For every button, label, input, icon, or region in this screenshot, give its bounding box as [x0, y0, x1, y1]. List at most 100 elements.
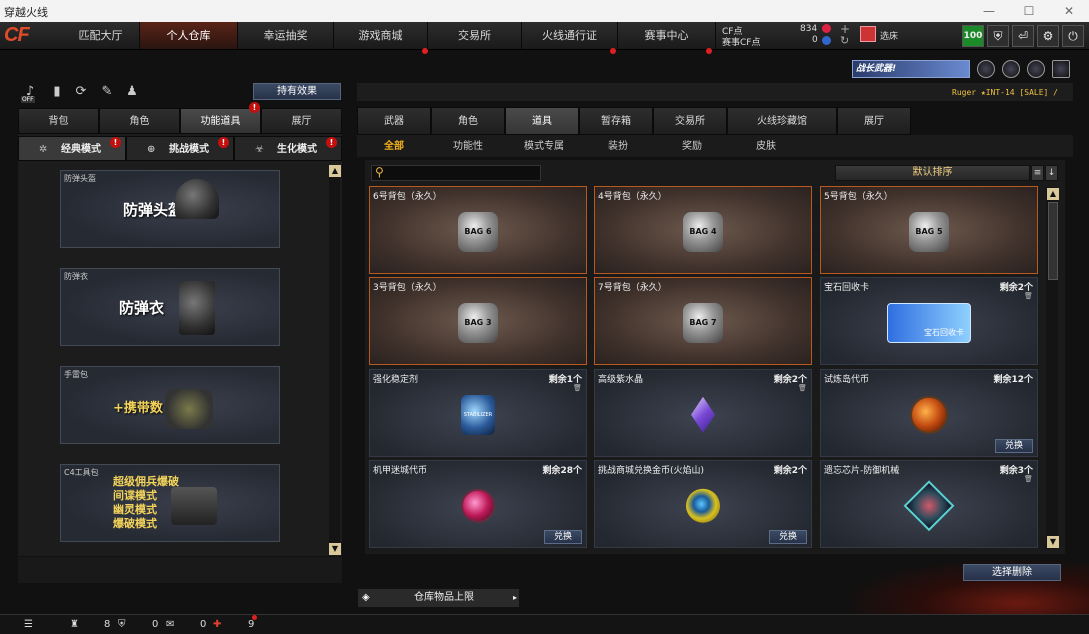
exchange-button[interactable]: 兑换	[995, 439, 1033, 453]
inventory-item[interactable]: 遗忘芯片-防御机械 剩余3个 🗑	[820, 460, 1038, 548]
sort-direction-icon[interactable]: ↓	[1045, 165, 1058, 181]
exchange-button[interactable]: 兑换	[544, 530, 582, 544]
maximize-button[interactable]: ☐	[1009, 0, 1049, 22]
level-badge[interactable]: 100	[962, 25, 984, 47]
subtab-dressup[interactable]: 装扮	[598, 140, 638, 154]
item-name: 5号背包（永久）	[824, 192, 893, 202]
item-card-title: 防弹衣	[119, 299, 165, 317]
power-icon[interactable]: ⏻	[1062, 25, 1084, 47]
honor-badge-icon[interactable]	[1002, 60, 1020, 78]
item-card-caption: C4工具包	[64, 468, 99, 477]
delete-icon[interactable]: 🗑	[798, 384, 807, 393]
helmet-icon	[175, 179, 219, 219]
shield-icon[interactable]: ⛨	[987, 25, 1009, 47]
item-card-vest[interactable]: 防弹衣 防弹衣	[60, 268, 280, 346]
left-tab-function-items[interactable]: 功能道具	[180, 108, 261, 134]
mode-tab-challenge-label: 挑战模式	[169, 144, 209, 155]
nav-tab-match-lobby[interactable]: 匹配大厅	[62, 22, 140, 49]
subtab-skins[interactable]: 皮肤	[746, 140, 786, 154]
sprite-icon[interactable]: ♟	[123, 84, 141, 102]
nav-tab-lucky-draw[interactable]: 幸运抽奖	[238, 22, 334, 49]
friends-icon[interactable]: ♜	[70, 619, 79, 630]
inventory-item[interactable]: 试炼岛代币 剩余12个 兑换	[820, 369, 1038, 457]
zombie-mode-warning-icon: !	[326, 137, 337, 148]
nav-tab-shop[interactable]: 游戏商城	[334, 22, 428, 49]
subtab-functional[interactable]: 功能性	[446, 140, 490, 154]
owned-effects-button[interactable]: 持有效果	[253, 83, 341, 100]
delete-icon[interactable]: 🗑	[1024, 292, 1033, 301]
inventory-item[interactable]: 4号背包（永久） BAG 4	[594, 186, 812, 274]
inventory-item[interactable]: 挑战商城兑换金币(火焰山) 剩余2个 兑换	[594, 460, 812, 548]
right-tab-exchange[interactable]: 交易所	[653, 107, 727, 135]
cf-logo[interactable]: CF	[4, 24, 62, 48]
inventory-item[interactable]: 机甲迷城代币 剩余28个 兑换	[369, 460, 587, 548]
right-tab-collection[interactable]: 火线珍藏馆	[727, 107, 837, 135]
inventory-item[interactable]: 3号背包（永久） BAG 3	[369, 277, 587, 365]
left-scroll-up-icon[interactable]: ▲	[329, 165, 341, 177]
inventory-item[interactable]: 高级紫水晶 剩余2个 🗑	[594, 369, 812, 457]
inventory-item[interactable]: 宝石回收卡 剩余2个 🗑 宝石回收卡	[820, 277, 1038, 365]
item-card-helmet[interactable]: 防弹头盔 防弹头盔	[60, 170, 280, 248]
event-coin-icon	[822, 36, 831, 45]
select-bed-icon[interactable]	[860, 26, 876, 42]
inventory-item[interactable]: 5号背包（永久） BAG 5	[820, 186, 1038, 274]
c4-mode-line: 超级佣兵爆破	[113, 475, 179, 488]
title-badge-icon[interactable]	[1052, 60, 1070, 78]
right-tab-items[interactable]: 道具	[505, 107, 579, 135]
backpack-icon: BAG 3	[458, 303, 498, 343]
item-card-caption: 防弹衣	[64, 272, 88, 281]
search-input[interactable]: ⚲	[371, 165, 541, 181]
challenge-mode-icon: ⊕	[147, 144, 156, 155]
subtab-all[interactable]: 全部	[374, 140, 414, 154]
nav-tab-warehouse[interactable]: 个人仓库	[140, 22, 238, 49]
promo-banner[interactable]: 战长武器!	[852, 60, 970, 78]
left-scrollbar[interactable]	[329, 165, 340, 555]
medal-badge-icon[interactable]	[1027, 60, 1045, 78]
chat-icon[interactable]: ✉	[166, 619, 174, 630]
item-count: 剩余28个	[542, 466, 582, 476]
left-tab-showroom[interactable]: 展厅	[261, 108, 342, 134]
gift-icon[interactable]: ✚	[213, 619, 221, 630]
tag-icon[interactable]: ✎	[98, 84, 116, 102]
left-tab-backpack[interactable]: 背包	[18, 108, 99, 134]
items-scroll-down-icon[interactable]: ▼	[1047, 536, 1059, 548]
right-tab-storage[interactable]: 暂存箱	[579, 107, 653, 135]
item-card-c4-kit[interactable]: C4工具包 超级佣兵爆破 间谍模式 幽灵模式 爆破模式	[60, 464, 280, 542]
items-scroll-up-icon[interactable]: ▲	[1047, 188, 1059, 200]
left-scroll-down-icon[interactable]: ▼	[329, 543, 341, 555]
warehouse-capacity-button[interactable]: ◈ 仓库物品上限 ▸	[357, 588, 520, 608]
rank-badge-icon[interactable]	[977, 60, 995, 78]
subtab-rewards[interactable]: 奖励	[672, 140, 712, 154]
list-view-icon[interactable]: ≡	[1031, 165, 1044, 181]
inventory-item[interactable]: 7号背包（永久） BAG 7	[594, 277, 812, 365]
menu-icon[interactable]: ☰	[24, 619, 33, 630]
right-tab-weapons[interactable]: 武器	[357, 107, 431, 135]
close-button[interactable]: ✕	[1049, 0, 1089, 22]
select-bed-label[interactable]: 选床	[880, 29, 898, 42]
history-icon[interactable]: ⟳	[72, 84, 90, 102]
refresh-points-button[interactable]: ↻	[840, 34, 849, 47]
item-card-grenade-pack[interactable]: 手雷包 +携带数	[60, 366, 280, 444]
right-tab-showroom[interactable]: 展厅	[837, 107, 911, 135]
left-tab-character[interactable]: 角色	[99, 108, 180, 134]
bulk-delete-button[interactable]: 选择删除	[963, 564, 1061, 581]
vest-icon	[179, 281, 215, 335]
stats-icon[interactable]: ▮	[48, 84, 66, 102]
nav-tab-exchange[interactable]: 交易所	[428, 22, 522, 49]
sort-dropdown[interactable]: 默认排序	[835, 165, 1030, 181]
nav-tab-pass[interactable]: 火线通行证	[522, 22, 618, 49]
inventory-item[interactable]: 强化稳定剂 剩余1个 🗑 STABILIZER	[369, 369, 587, 457]
nav-tab-events[interactable]: 赛事中心	[618, 22, 716, 49]
delete-icon[interactable]: 🗑	[1024, 475, 1033, 484]
minimize-button[interactable]: —	[969, 0, 1009, 22]
items-scroll-thumb[interactable]	[1048, 202, 1058, 280]
delete-icon[interactable]: 🗑	[573, 384, 582, 393]
right-tab-characters[interactable]: 角色	[431, 107, 505, 135]
gold-coin-icon	[686, 488, 720, 523]
subtab-mode-exclusive[interactable]: 模式专属	[518, 140, 570, 154]
inventory-item[interactable]: 6号背包（永久） BAG 6	[369, 186, 587, 274]
exit-icon[interactable]: ⏎	[1012, 25, 1034, 47]
gear-icon[interactable]: ⚙	[1037, 25, 1059, 47]
clan-shield-icon[interactable]: ⛨	[118, 619, 126, 630]
exchange-button[interactable]: 兑换	[769, 530, 807, 544]
